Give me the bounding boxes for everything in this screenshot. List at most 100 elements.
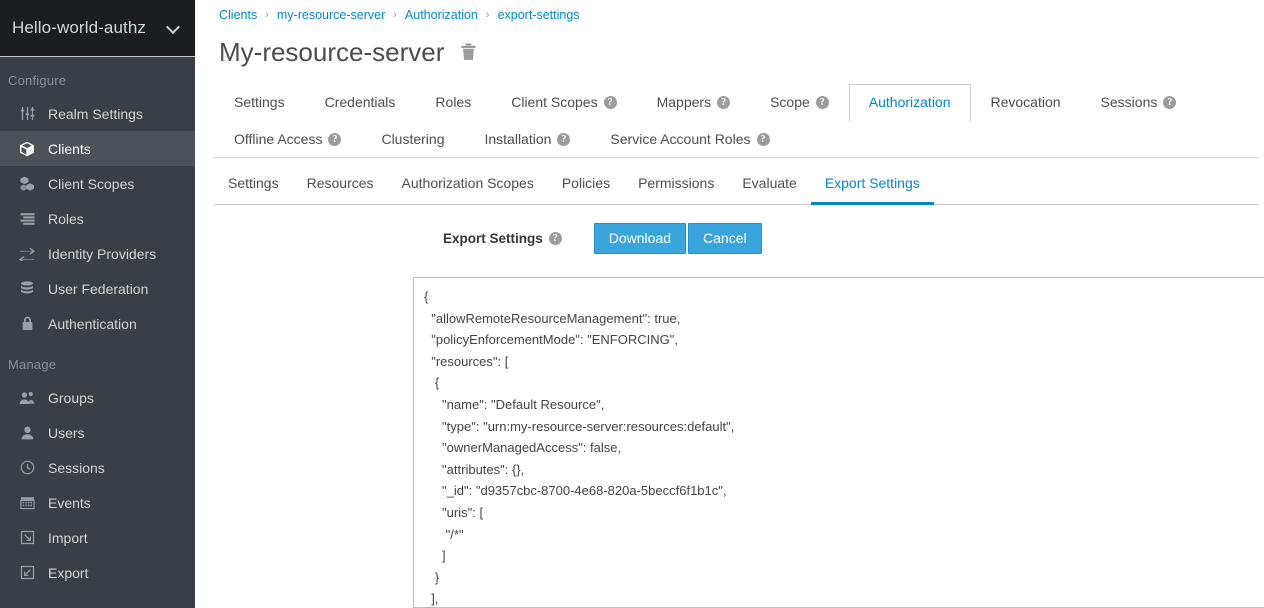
- calendar-icon: [16, 495, 38, 510]
- trash-icon[interactable]: [460, 43, 477, 61]
- tab-label: Settings: [234, 94, 285, 111]
- sidebar: Hello-world-authz Configure Realm Settin…: [0, 0, 195, 608]
- tab-revocation[interactable]: Revocation: [971, 84, 1081, 122]
- help-circle-icon[interactable]: ?: [756, 133, 770, 147]
- help-circle-icon[interactable]: ?: [603, 96, 617, 110]
- realm-selector[interactable]: Hello-world-authz: [0, 0, 195, 57]
- import-arrow-icon: [16, 530, 38, 545]
- subtab-permissions[interactable]: Permissions: [624, 168, 728, 204]
- tab-label: Sessions: [1100, 94, 1158, 111]
- nav-section-configure-label: Configure: [8, 73, 67, 88]
- sidebar-item-sessions[interactable]: Sessions: [0, 450, 195, 485]
- sidebar-item-roles[interactable]: Roles: [0, 201, 195, 236]
- breadcrumb-item-my-resource-server[interactable]: my-resource-server: [277, 8, 385, 22]
- tab-label: Mappers: [656, 94, 712, 111]
- sidebar-item-export[interactable]: Export: [0, 555, 195, 590]
- sidebar-item-label: User Federation: [48, 280, 149, 297]
- export-json-textarea[interactable]: { "allowRemoteResourceManagement": true,…: [414, 278, 1264, 607]
- cancel-button[interactable]: Cancel: [688, 222, 762, 254]
- sliders-icon: [16, 106, 38, 121]
- tab-label: Offline Access: [234, 130, 323, 147]
- tab-client-scopes[interactable]: Client Scopes?: [491, 84, 636, 122]
- sidebar-item-users[interactable]: Users: [0, 415, 195, 450]
- download-button[interactable]: Download: [593, 222, 687, 254]
- help-circle-icon[interactable]: ?: [548, 231, 562, 245]
- tab-roles[interactable]: Roles: [415, 84, 491, 122]
- tab-credentials[interactable]: Credentials: [305, 84, 416, 122]
- sidebar-item-label: Events: [48, 494, 91, 511]
- tab-label: Scope: [770, 94, 810, 111]
- help-circle-icon[interactable]: ?: [557, 133, 571, 147]
- export-arrow-icon: [16, 565, 38, 580]
- sidebar-item-clients[interactable]: Clients: [0, 131, 195, 166]
- export-settings-label: Export Settings: [443, 230, 543, 246]
- exchange-icon: [16, 247, 38, 261]
- sidebar-item-groups[interactable]: Groups: [0, 380, 195, 415]
- breadcrumb: Clients › my-resource-server › Authoriza…: [195, 0, 1264, 24]
- export-settings-label-group: Export Settings ?: [443, 231, 562, 246]
- tab-label: Authorization: [868, 93, 951, 110]
- user-icon: [16, 426, 38, 440]
- tab-offline-access[interactable]: Offline Access?: [214, 121, 361, 158]
- breadcrumb-item-authorization[interactable]: Authorization: [405, 8, 478, 22]
- cube-icon: [16, 141, 38, 157]
- sidebar-item-client-scopes[interactable]: Client Scopes: [0, 166, 195, 201]
- nav-section-manage-label: Manage: [8, 357, 57, 372]
- sidebar-item-authentication[interactable]: Authentication: [0, 306, 195, 341]
- subtab-export-settings[interactable]: Export Settings: [810, 168, 934, 205]
- list-icon: [16, 212, 38, 226]
- breadcrumb-separator-icon: ›: [485, 8, 490, 21]
- users-icon: [16, 391, 38, 405]
- sidebar-item-import[interactable]: Import: [0, 520, 195, 555]
- subtab-policies[interactable]: Policies: [548, 168, 624, 204]
- subtab-evaluate[interactable]: Evaluate: [728, 168, 810, 204]
- sidebar-item-events[interactable]: Events: [0, 485, 195, 520]
- sidebar-item-label: Client Scopes: [48, 175, 135, 192]
- help-circle-icon[interactable]: ?: [328, 133, 342, 147]
- tab-clustering[interactable]: Clustering: [361, 121, 464, 158]
- sidebar-item-label: Sessions: [48, 459, 105, 476]
- sidebar-item-label: Authentication: [48, 315, 137, 332]
- breadcrumb-item-clients[interactable]: Clients: [219, 8, 257, 22]
- sidebar-item-realm-settings[interactable]: Realm Settings: [0, 96, 195, 131]
- tab-installation[interactable]: Installation?: [464, 121, 590, 158]
- help-circle-icon[interactable]: ?: [815, 96, 829, 110]
- main-content: Clients › my-resource-server › Authoriza…: [195, 0, 1264, 608]
- page-header: My-resource-server: [195, 24, 1264, 67]
- sidebar-item-label: Roles: [48, 210, 84, 227]
- help-circle-icon[interactable]: ?: [717, 96, 731, 110]
- tab-authorization[interactable]: Authorization: [848, 83, 971, 122]
- primary-tabs: Settings Credentials Roles Client Scopes…: [214, 83, 1259, 159]
- sidebar-item-label: Export: [48, 564, 89, 581]
- tab-label: Client Scopes: [511, 94, 598, 111]
- tab-service-account-roles[interactable]: Service Account Roles?: [590, 121, 789, 158]
- breadcrumb-item-export-settings[interactable]: export-settings: [498, 8, 580, 22]
- subtab-settings[interactable]: Settings: [214, 168, 293, 204]
- sidebar-item-label: Groups: [48, 389, 94, 406]
- tab-settings[interactable]: Settings: [214, 84, 305, 122]
- lock-icon: [16, 316, 38, 331]
- tab-mappers[interactable]: Mappers?: [637, 84, 750, 122]
- tab-label: Revocation: [990, 94, 1061, 111]
- sidebar-item-user-federation[interactable]: User Federation: [0, 271, 195, 306]
- sidebar-item-label: Identity Providers: [48, 245, 157, 262]
- subtab-authorization-scopes[interactable]: Authorization Scopes: [388, 168, 548, 204]
- tab-scope[interactable]: Scope?: [750, 84, 849, 122]
- sidebar-item-label: Clients: [48, 140, 91, 157]
- sidebar-item-identity-providers[interactable]: Identity Providers: [0, 236, 195, 271]
- breadcrumb-separator-icon: ›: [265, 8, 269, 21]
- help-circle-icon[interactable]: ?: [1163, 96, 1177, 110]
- clock-icon: [16, 460, 38, 475]
- tab-sessions[interactable]: Sessions?: [1081, 84, 1197, 122]
- sidebar-item-label: Import: [48, 529, 88, 546]
- export-settings-form-row: Export Settings ? Download Cancel: [195, 205, 1264, 254]
- cubes-icon: [16, 176, 38, 192]
- breadcrumb-separator-icon: ›: [393, 8, 397, 21]
- tab-label: Service Account Roles: [610, 130, 751, 147]
- tab-label: Clustering: [381, 130, 445, 147]
- sidebar-item-label: Users: [48, 424, 85, 441]
- chevron-down-icon: [167, 21, 181, 35]
- subtab-resources[interactable]: Resources: [293, 168, 388, 204]
- app-root: Hello-world-authz Configure Realm Settin…: [0, 0, 1264, 608]
- tab-label: Installation: [484, 130, 552, 147]
